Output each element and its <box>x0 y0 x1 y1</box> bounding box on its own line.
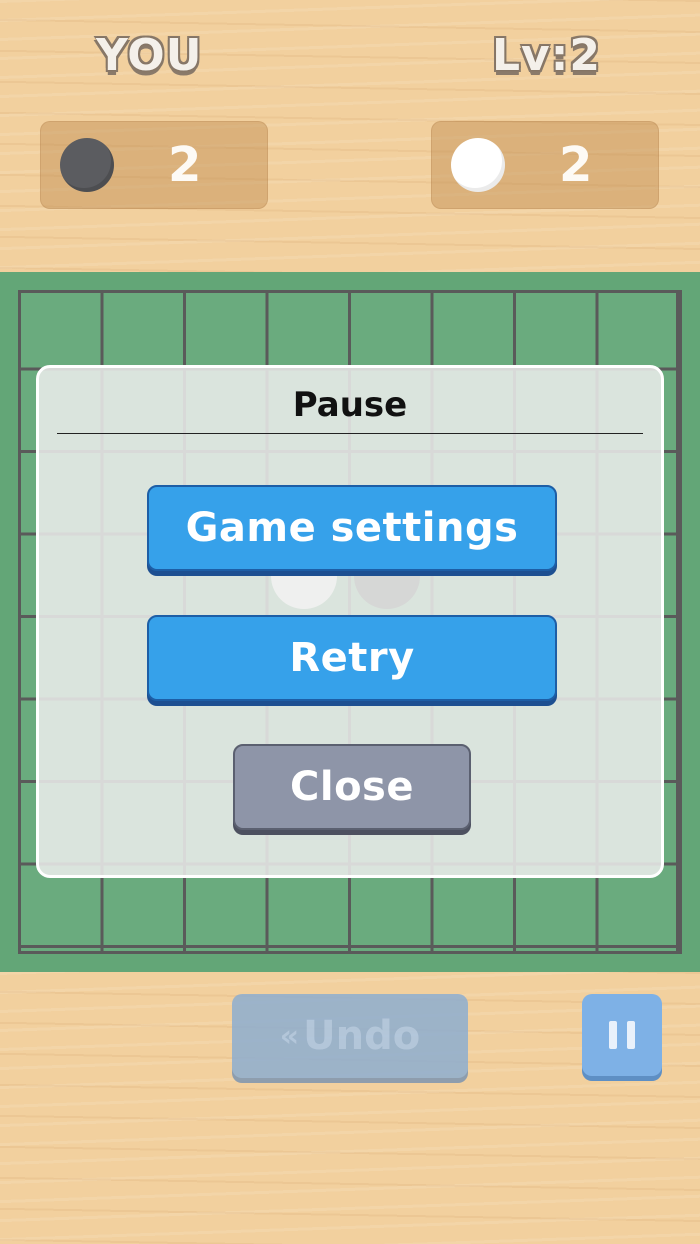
retry-button[interactable]: Retry <box>147 615 557 701</box>
game-settings-button[interactable]: Game settings <box>147 485 557 571</box>
dialog-divider <box>57 433 643 434</box>
dialog-title: Pause <box>292 385 408 425</box>
close-button[interactable]: Close <box>233 744 471 830</box>
modal-overlay: Pause Game settings Retry Close <box>0 0 700 1244</box>
pause-dialog: Pause Game settings Retry Close <box>36 365 664 878</box>
